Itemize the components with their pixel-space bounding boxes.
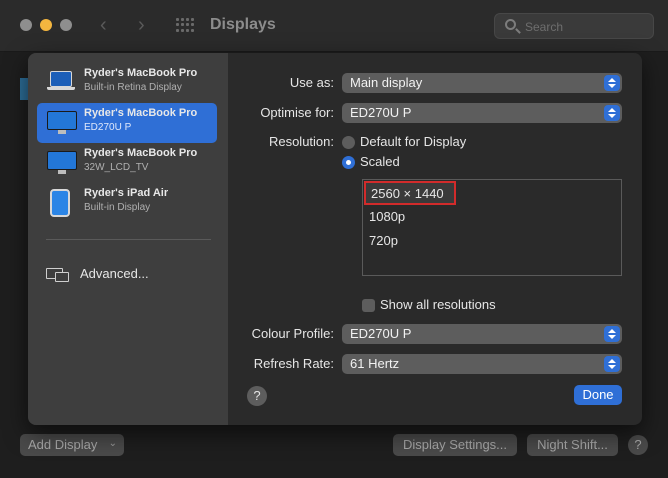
popup-stepper-icon [604,75,620,91]
help-button[interactable]: ? [247,386,267,406]
popup-stepper-icon [604,356,620,372]
device-subtitle: Built-in Display [84,202,151,213]
resolution-option-1080p[interactable]: 1080p [369,209,405,224]
device-subtitle: 32W_LCD_TV [84,162,149,173]
show-all-grid-icon[interactable] [176,18,194,32]
default-for-display-label[interactable]: Default for Display [360,134,466,149]
show-all-resolutions-checkbox[interactable] [362,299,375,312]
sidebar-item-ed270u[interactable]: Ryder's MacBook Pro ED270U P [37,103,217,143]
add-display-button[interactable]: Add Display ⌄ [20,434,124,456]
resolution-option-2560x1440[interactable]: 2560 × 1440 [364,181,456,205]
laptop-icon [47,71,75,93]
default-for-display-radio[interactable] [342,136,355,149]
device-subtitle: Built-in Retina Display [84,82,182,93]
scaled-radio[interactable] [342,156,355,169]
forward-icon[interactable]: › [138,14,145,37]
refresh-rate-label: Refresh Rate: [253,356,334,371]
optimise-for-value: ED270U P [350,105,412,120]
monitor-icon [47,111,77,135]
device-name: Ryder's MacBook Pro [84,147,198,159]
advanced-label: Advanced... [80,266,149,281]
popup-stepper-icon [604,105,620,121]
ipad-icon [50,189,70,217]
minimize-window-button[interactable] [40,19,52,31]
done-button[interactable]: Done [574,385,622,405]
scaled-label[interactable]: Scaled [360,154,400,169]
window-title: Displays [210,16,276,33]
sidebar-item-ipad-air[interactable]: Ryder's iPad Air Built-in Display [37,183,217,223]
display-sidebar: Ryder's MacBook Pro Built-in Retina Disp… [28,53,228,425]
use-as-label: Use as: [289,75,334,90]
colour-profile-label: Colour Profile: [251,326,334,341]
close-window-button[interactable] [20,19,32,31]
colour-profile-value: ED270U P [350,326,412,341]
resolution-list[interactable]: 2560 × 1440 1080p 720p [362,179,622,276]
device-name: Ryder's iPad Air [84,187,169,199]
add-display-label: Add Display [28,437,98,452]
display-settings-button[interactable]: Display Settings... [393,434,517,456]
refresh-rate-popup[interactable]: 61 Hertz [342,354,622,374]
chevron-down-icon: ⌄ [108,438,117,449]
monitor-icon [47,151,77,175]
search-icon [505,19,516,30]
sidebar-item-macbook-builtin[interactable]: Ryder's MacBook Pro Built-in Retina Disp… [37,63,217,103]
refresh-rate-value: 61 Hertz [350,356,400,371]
device-name: Ryder's MacBook Pro [84,107,198,119]
display-settings-sheet: Ryder's MacBook Pro Built-in Retina Disp… [28,53,642,425]
title-bar: ‹ › Displays Search [0,0,668,52]
back-icon[interactable]: ‹ [100,14,107,37]
zoom-window-button[interactable] [60,19,72,31]
popup-stepper-icon [604,326,620,342]
device-subtitle: ED270U P [84,122,132,133]
sidebar-item-lcd-tv[interactable]: Ryder's MacBook Pro 32W_LCD_TV [37,143,217,183]
night-shift-button[interactable]: Night Shift... [527,434,618,456]
search-placeholder: Search [525,20,564,34]
optimise-for-label: Optimise for: [260,105,334,120]
resolution-option-720p[interactable]: 720p [369,233,398,248]
colour-profile-popup[interactable]: ED270U P [342,324,622,344]
optimise-for-popup[interactable]: ED270U P [342,103,622,123]
search-field[interactable]: Search [494,13,654,39]
displays-icon [46,268,70,282]
use-as-popup[interactable]: Main display [342,73,622,93]
sidebar-divider [46,239,211,240]
device-name: Ryder's MacBook Pro [84,67,198,79]
resolution-label: Resolution: [268,134,334,149]
background-help-button[interactable]: ? [628,435,648,455]
use-as-value: Main display [350,75,423,90]
show-all-resolutions-label[interactable]: Show all resolutions [380,297,496,312]
